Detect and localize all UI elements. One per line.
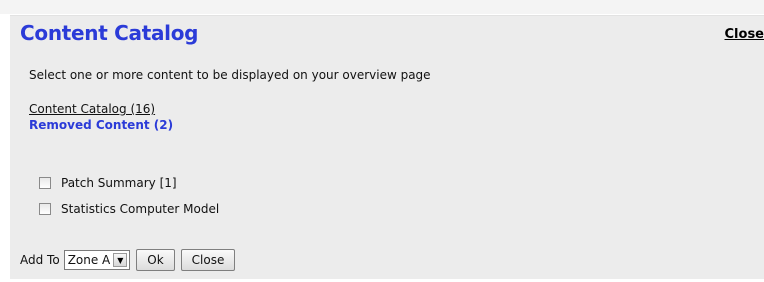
content-catalog-link[interactable]: Content Catalog (16) xyxy=(29,102,155,116)
add-to-label: Add To xyxy=(20,253,60,267)
statistics-computer-model-label: Statistics Computer Model xyxy=(61,202,220,216)
statistics-computer-model-checkbox[interactable] xyxy=(39,203,51,215)
close-button[interactable]: Close xyxy=(180,249,236,271)
panel-title: Content Catalog xyxy=(20,21,199,45)
patch-summary-label: Patch Summary [1] xyxy=(61,176,177,190)
removed-content-link[interactable]: Removed Content (2) xyxy=(29,118,173,132)
ok-button[interactable]: Ok xyxy=(136,249,175,271)
content-item-statistics-computer-model[interactable]: Statistics Computer Model xyxy=(39,202,219,216)
instructions-text: Select one or more content to be display… xyxy=(29,68,431,82)
zone-select[interactable]: Zone A ▼ xyxy=(63,250,131,270)
patch-summary-checkbox[interactable] xyxy=(39,177,51,189)
content-catalog-panel: Content Catalog Close Select one or more… xyxy=(10,15,764,279)
footer-bar: Add To Zone A ▼ Ok Close xyxy=(20,249,236,271)
chevron-down-icon[interactable]: ▼ xyxy=(113,253,128,267)
top-strip xyxy=(0,0,764,14)
zone-select-value: Zone A xyxy=(67,253,111,267)
content-item-patch-summary[interactable]: Patch Summary [1] xyxy=(39,176,177,190)
close-link[interactable]: Close xyxy=(725,27,764,42)
